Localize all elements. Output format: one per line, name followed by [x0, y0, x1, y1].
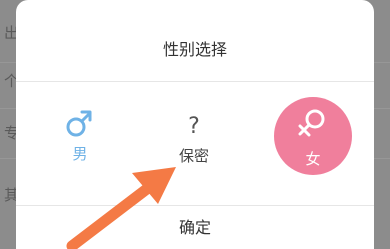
- gender-select-dialog: 性别选择 男 ? 保密 女 确定: [16, 0, 374, 249]
- dialog-title: 性别选择: [162, 40, 227, 59]
- female-symbol-icon: [298, 109, 325, 137]
- secret-option[interactable]: ? 保密: [154, 108, 234, 186]
- male-option-label: 男: [72, 145, 88, 163]
- male-option[interactable]: 男: [40, 108, 120, 186]
- male-symbol-icon: [66, 110, 92, 137]
- question-mark-icon: ?: [188, 114, 200, 139]
- title-divider: [16, 81, 374, 82]
- secret-option-label: 保密: [178, 147, 209, 165]
- female-option[interactable]: 女: [274, 97, 352, 175]
- confirm-button[interactable]: 确定: [16, 206, 374, 249]
- female-option-label: 女: [305, 150, 321, 168]
